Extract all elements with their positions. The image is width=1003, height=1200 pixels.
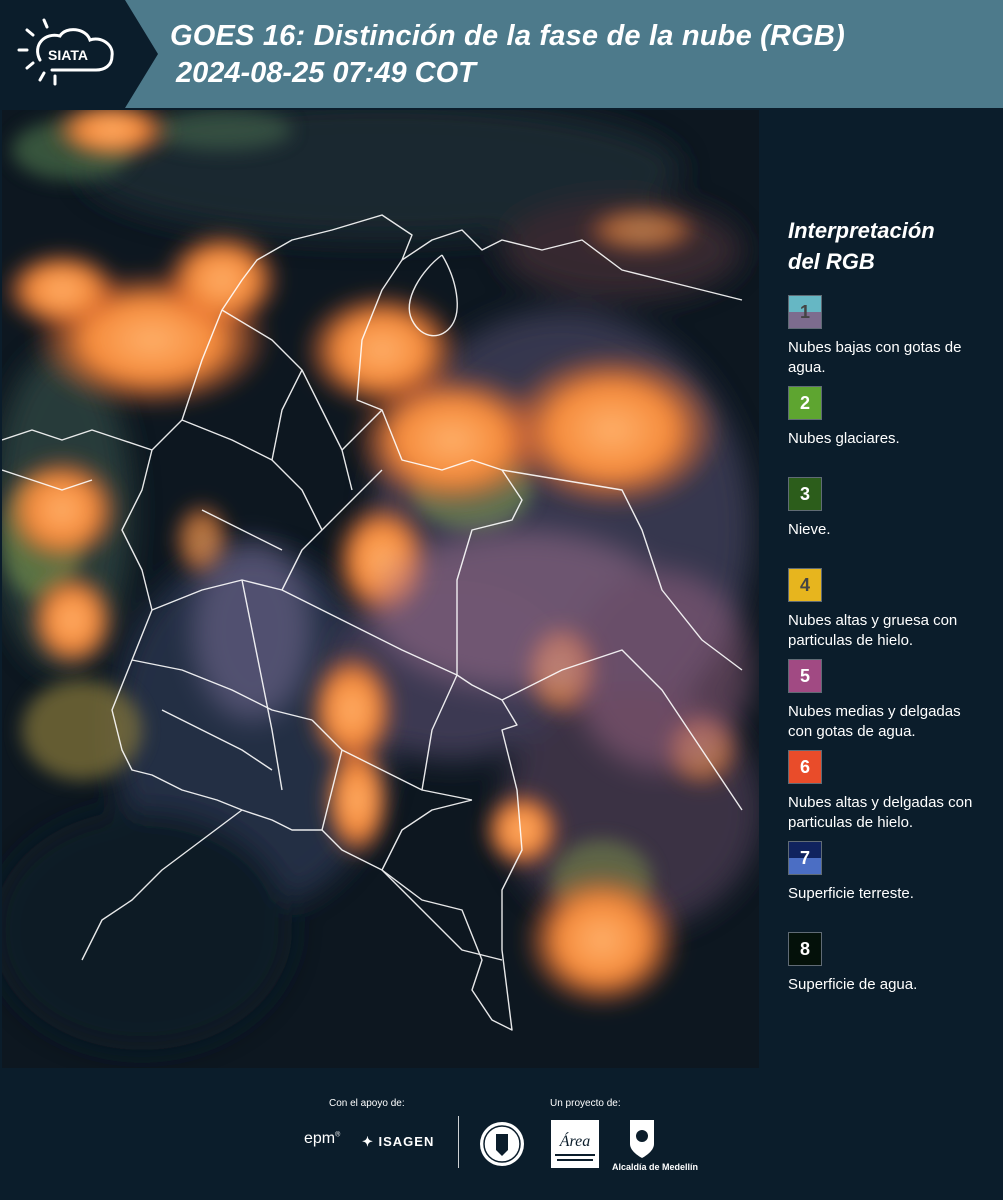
- legend-number: 1: [799, 302, 810, 322]
- footer: Con el apoyo de: Un proyecto de: epm® ✦ …: [0, 1068, 1003, 1200]
- isagen-logo-text: ISAGEN: [378, 1134, 435, 1149]
- legend-swatch: 2: [788, 386, 822, 420]
- header-bar: SIATA GOES 16: Distinción de la fase de …: [0, 0, 1003, 108]
- legend-label: Nubes bajas con gotas de agua.: [788, 339, 962, 376]
- legend-label: Superficie de agua.: [788, 976, 918, 993]
- legend-item: 8 Superficie de agua.: [788, 932, 998, 1023]
- legend-swatch: 3: [788, 477, 822, 511]
- legend-label: Nubes medias y delgadas con gotas de agu…: [788, 703, 961, 740]
- legend-panel: Interpretación del RGB 1 Nubes bajas con …: [788, 215, 998, 1023]
- legend-swatch: 7: [788, 841, 822, 875]
- epm-logo: epm®: [304, 1130, 341, 1147]
- epm-logo-text: epm: [304, 1130, 336, 1147]
- legend-item: 5 Nubes medias y delgadas con gotas de ag…: [788, 659, 998, 750]
- area-metropolitana-logo: Área: [551, 1120, 599, 1173]
- isagen-icon: ✦: [362, 1134, 379, 1149]
- legend-label: Nubes glaciares.: [788, 430, 900, 447]
- legend-swatch: 6: [788, 750, 822, 784]
- satellite-map: [2, 110, 759, 1068]
- legend-label: Nubes altas y delgadas con particulas de…: [788, 794, 973, 831]
- legend-label: Nieve.: [788, 521, 831, 538]
- legend-item: 1 Nubes bajas con gotas de agua.: [788, 295, 998, 386]
- siata-logo: SIATA: [0, 0, 160, 108]
- legend-number: 8: [799, 939, 810, 959]
- legend-swatch: 8: [788, 932, 822, 966]
- legend-number: 6: [799, 757, 810, 777]
- university-seal-icon: [478, 1120, 526, 1173]
- legend-swatch: 5: [788, 659, 822, 693]
- siata-logo-text: SIATA: [48, 47, 88, 63]
- project-label: Un proyecto de:: [550, 1098, 621, 1109]
- legend-label: Nubes altas y gruesa con particulas de h…: [788, 612, 958, 649]
- legend-swatch: 4: [788, 568, 822, 602]
- area-logo-text: Área: [559, 1131, 591, 1150]
- legend-number: 5: [799, 666, 810, 686]
- legend-number: 7: [799, 848, 810, 868]
- legend-label: Superficie terreste.: [788, 885, 914, 902]
- legend-number: 3: [799, 484, 810, 504]
- legend-number: 4: [799, 575, 810, 595]
- alcaldia-shield-icon: [612, 1118, 672, 1165]
- page-subtitle: 2024-08-25 07:49 COT: [176, 57, 476, 89]
- footer-divider: [458, 1116, 459, 1168]
- legend-item: 4 Nubes altas y gruesa con particulas de …: [788, 568, 998, 659]
- legend-item: 6 Nubes altas y delgadas con particulas d…: [788, 750, 998, 841]
- legend-item: 2 Nubes glaciares.: [788, 386, 998, 477]
- page-title: GOES 16: Distinción de la fase de la nub…: [170, 20, 845, 52]
- legend-item: 3 Nieve.: [788, 477, 998, 568]
- alcaldia-label: Alcaldía de Medellín: [612, 1162, 699, 1172]
- legend-item: 7 Superficie terreste.: [788, 841, 998, 932]
- legend-items: 1 Nubes bajas con gotas de agua. 2 Nubes gl…: [788, 295, 998, 1023]
- legend-swatch: 1: [788, 295, 822, 329]
- isagen-logo: ✦ ISAGEN: [362, 1134, 434, 1150]
- legend-title: Interpretación del RGB: [788, 218, 935, 274]
- legend-number: 2: [799, 393, 810, 413]
- support-label: Con el apoyo de:: [329, 1098, 405, 1109]
